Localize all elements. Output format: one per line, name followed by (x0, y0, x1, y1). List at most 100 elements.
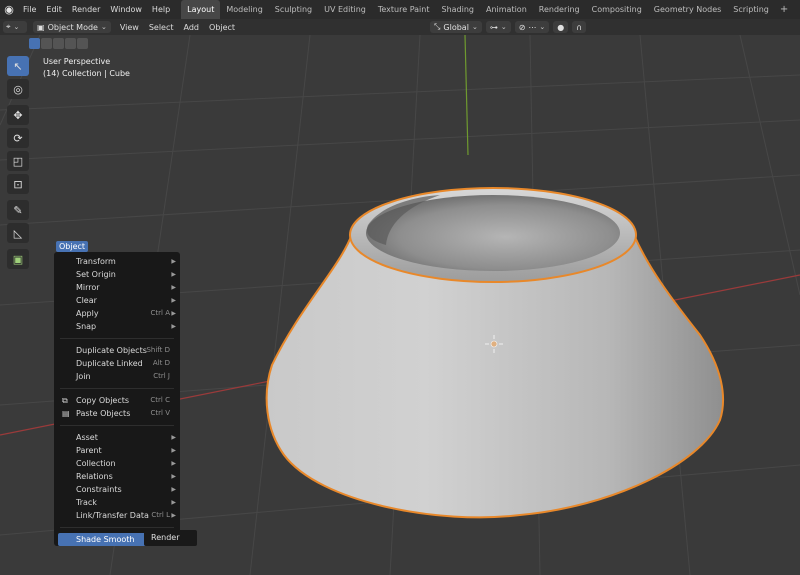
menu-help[interactable]: Help (147, 0, 175, 19)
header-menu-add[interactable]: Add (179, 23, 205, 32)
submenu-arrow-icon: ▶ (171, 284, 176, 291)
snap-toggle[interactable]: ⊘ ⋯ ⌄ (514, 21, 550, 33)
pivot-icon: ⊶ (489, 22, 498, 32)
menu-item-duplicate-objects[interactable]: Duplicate Objects Shift D (54, 344, 180, 357)
submenu-arrow-icon: ▶ (171, 434, 176, 441)
copy-icon: ⧉ (62, 396, 68, 405)
tab-scripting[interactable]: Scripting (727, 0, 775, 19)
tab-shading[interactable]: Shading (435, 0, 480, 19)
vase-mesh[interactable] (265, 187, 724, 519)
menu-item-relations[interactable]: Relations ▶ (54, 470, 180, 483)
blender-logo-icon[interactable]: ◉ (0, 0, 18, 19)
select-box-tool[interactable]: ↖ (7, 56, 29, 76)
tab-texture-paint[interactable]: Texture Paint (372, 0, 436, 19)
chevron-down-icon: ⌄ (471, 23, 478, 31)
menu-item-copy-objects[interactable]: ⧉ Copy Objects Ctrl C (54, 394, 180, 407)
editor-type-button[interactable]: ⌖ ⌄ (3, 21, 27, 33)
header-menu-object[interactable]: Object (204, 23, 240, 32)
cursor-tool[interactable]: ◎ (7, 79, 29, 99)
transform-tool[interactable]: ⊡ (7, 174, 29, 194)
submenu-arrow-icon: ▶ (171, 447, 176, 454)
menu-item-constraints[interactable]: Constraints ▶ (54, 483, 180, 496)
viewport-header: ⌖ ⌄ ▣ Object Mode ⌄ View Select Add Object ⤡… (0, 19, 800, 35)
proportional-edit-toggle[interactable]: ● (553, 21, 569, 33)
submenu-arrow-icon: ▶ (171, 460, 176, 467)
move-tool[interactable]: ✥ (7, 105, 29, 125)
submenu-arrow-icon: ▶ (171, 271, 176, 278)
menu-item-mirror[interactable]: Mirror ▶ (54, 281, 180, 294)
menu-item-asset[interactable]: Asset ▶ (54, 431, 180, 444)
measure-tool[interactable]: ◺ (7, 223, 29, 243)
header-menu-select[interactable]: Select (144, 23, 179, 32)
transform-icon: ⊡ (13, 177, 23, 191)
menu-item-parent[interactable]: Parent ▶ (54, 444, 180, 457)
pivot-point-dropdown[interactable]: ⊶ ⌄ (485, 21, 511, 33)
object-context-menu: Transform ▶ Set Origin ▶ Mirror ▶ Clear ▶ Apply C… (54, 252, 180, 546)
menu-separator (60, 425, 174, 426)
select-subtract-icon[interactable] (53, 38, 64, 49)
menu-item-label: Parent (76, 446, 102, 455)
select-invert-icon[interactable] (65, 38, 76, 49)
menu-item-label: Track (76, 498, 97, 507)
menu-item-duplicate-linked[interactable]: Duplicate Linked Alt D (54, 357, 180, 370)
paste-icon: ▤ (62, 409, 70, 418)
orientation-icon: ⤡ (434, 22, 441, 31)
tab-layout[interactable]: Layout (181, 0, 221, 19)
falloff-dropdown[interactable]: ∩ (572, 21, 587, 33)
chevron-down-icon: ⌄ (100, 23, 107, 31)
workspace-tabs: Layout Modeling Sculpting UV Editing Texture… (181, 0, 775, 19)
menu-item-label: Asset (76, 433, 98, 442)
annotate-tool[interactable]: ✎ (7, 200, 29, 220)
menu-item-transform[interactable]: Transform ▶ (54, 255, 180, 268)
menu-item-snap[interactable]: Snap ▶ (54, 320, 180, 333)
menu-item-label: Link/Transfer Data (76, 511, 149, 520)
menu-item-join[interactable]: Join Ctrl J (54, 370, 180, 383)
menu-item-label: Clear (76, 296, 97, 305)
tab-rendering[interactable]: Rendering (533, 0, 586, 19)
perspective-label: User Perspective (43, 57, 111, 66)
select-new-icon[interactable] (29, 38, 40, 49)
menu-file[interactable]: File (18, 0, 41, 19)
add-cube-tool[interactable]: ▣ (7, 249, 29, 269)
transform-orientation-dropdown[interactable]: ⤡ Global ⌄ (430, 21, 482, 33)
submenu-arrow-icon: ▶ (171, 297, 176, 304)
menu-item-clear[interactable]: Clear ▶ (54, 294, 180, 307)
object-menu-title[interactable]: Object (56, 241, 89, 252)
shortcut-label: Ctrl J (153, 372, 170, 380)
menu-item-collection[interactable]: Collection ▶ (54, 457, 180, 470)
select-intersect-icon[interactable] (77, 38, 88, 49)
add-workspace-icon[interactable]: + (775, 4, 793, 15)
tab-compositing[interactable]: Compositing (586, 0, 648, 19)
menu-item-set-origin[interactable]: Set Origin ▶ (54, 268, 180, 281)
menu-item-label: Collection (76, 459, 116, 468)
menu-item-label: Apply (76, 309, 99, 318)
select-extend-icon[interactable] (41, 38, 52, 49)
submenu-arrow-icon: ▶ (171, 473, 176, 480)
header-menu-view[interactable]: View (115, 23, 144, 32)
menu-item-label: Duplicate Objects (76, 346, 147, 355)
tab-modeling[interactable]: Modeling (220, 0, 268, 19)
mode-dropdown[interactable]: ▣ Object Mode ⌄ (33, 21, 111, 33)
menu-item-label: Snap (76, 322, 97, 331)
selection-mode-buttons (29, 38, 88, 49)
tab-uv-editing[interactable]: UV Editing (318, 0, 372, 19)
menu-item-label: Paste Objects (76, 409, 131, 418)
rotate-tool[interactable]: ⟳ (7, 128, 29, 148)
scale-tool[interactable]: ◰ (7, 151, 29, 171)
proportional-edit-icon: ● (557, 22, 565, 32)
menu-item-apply[interactable]: Apply Ctrl A ▶ (54, 307, 180, 320)
tab-animation[interactable]: Animation (480, 0, 533, 19)
tab-sculpting[interactable]: Sculpting (269, 0, 318, 19)
tab-geometry-nodes[interactable]: Geometry Nodes (648, 0, 727, 19)
menu-item-link-transfer-data[interactable]: Link/Transfer Data Ctrl L ▶ (54, 509, 180, 522)
menu-item-track[interactable]: Track ▶ (54, 496, 180, 509)
viewport-info: User Perspective (14) Collection | Cube (43, 56, 130, 80)
viewport-editor-icon: ⌖ (6, 22, 11, 31)
menu-window[interactable]: Window (105, 0, 147, 19)
chevron-down-icon: ⌄ (539, 23, 546, 31)
menu-edit[interactable]: Edit (41, 0, 67, 19)
shortcut-label: Ctrl C (150, 396, 170, 404)
menu-item-paste-objects[interactable]: ▤ Paste Objects Ctrl V (54, 407, 180, 420)
snap-magnet-icon: ⊘ (518, 22, 526, 32)
menu-render[interactable]: Render (67, 0, 105, 19)
